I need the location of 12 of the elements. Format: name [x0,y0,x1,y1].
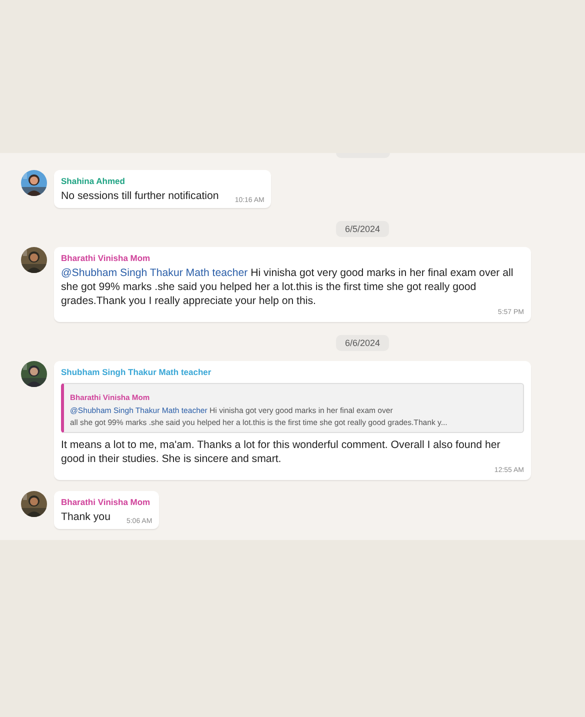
quoted-message[interactable] [61,383,524,433]
mention-link[interactable]: @Shubham Singh Thakur Math teacher [61,267,248,279]
sender-name: Bharathi Vinisha Mom [61,253,152,263]
sender-name: Bharathi Vinisha Mom [61,497,152,507]
date-chip: 6/6/2024 [336,335,390,351]
message-text: No sessions till further notification [61,189,219,203]
message-text: @Shubham Singh Thakur Math teacher Hi vinisha got very good marks in her final exam over all she got 99% marks .she said you helped her a lot.this is the first time she got really good grades.Thank you I really appreciate your help on this. [61,266,514,308]
message-text: It means a lot to me, ma'am. Thanks a lot for this wonderful comment. Overall I also found her good in their studies. She is sincere and smart. [61,438,502,466]
message-text: Thank you [61,510,110,524]
sender-name: Shahina Ahmed [61,176,126,186]
sender-name: Shubham Singh Thakur Math teacher [61,367,212,377]
date-chip: 6/5/2024 [336,221,390,237]
